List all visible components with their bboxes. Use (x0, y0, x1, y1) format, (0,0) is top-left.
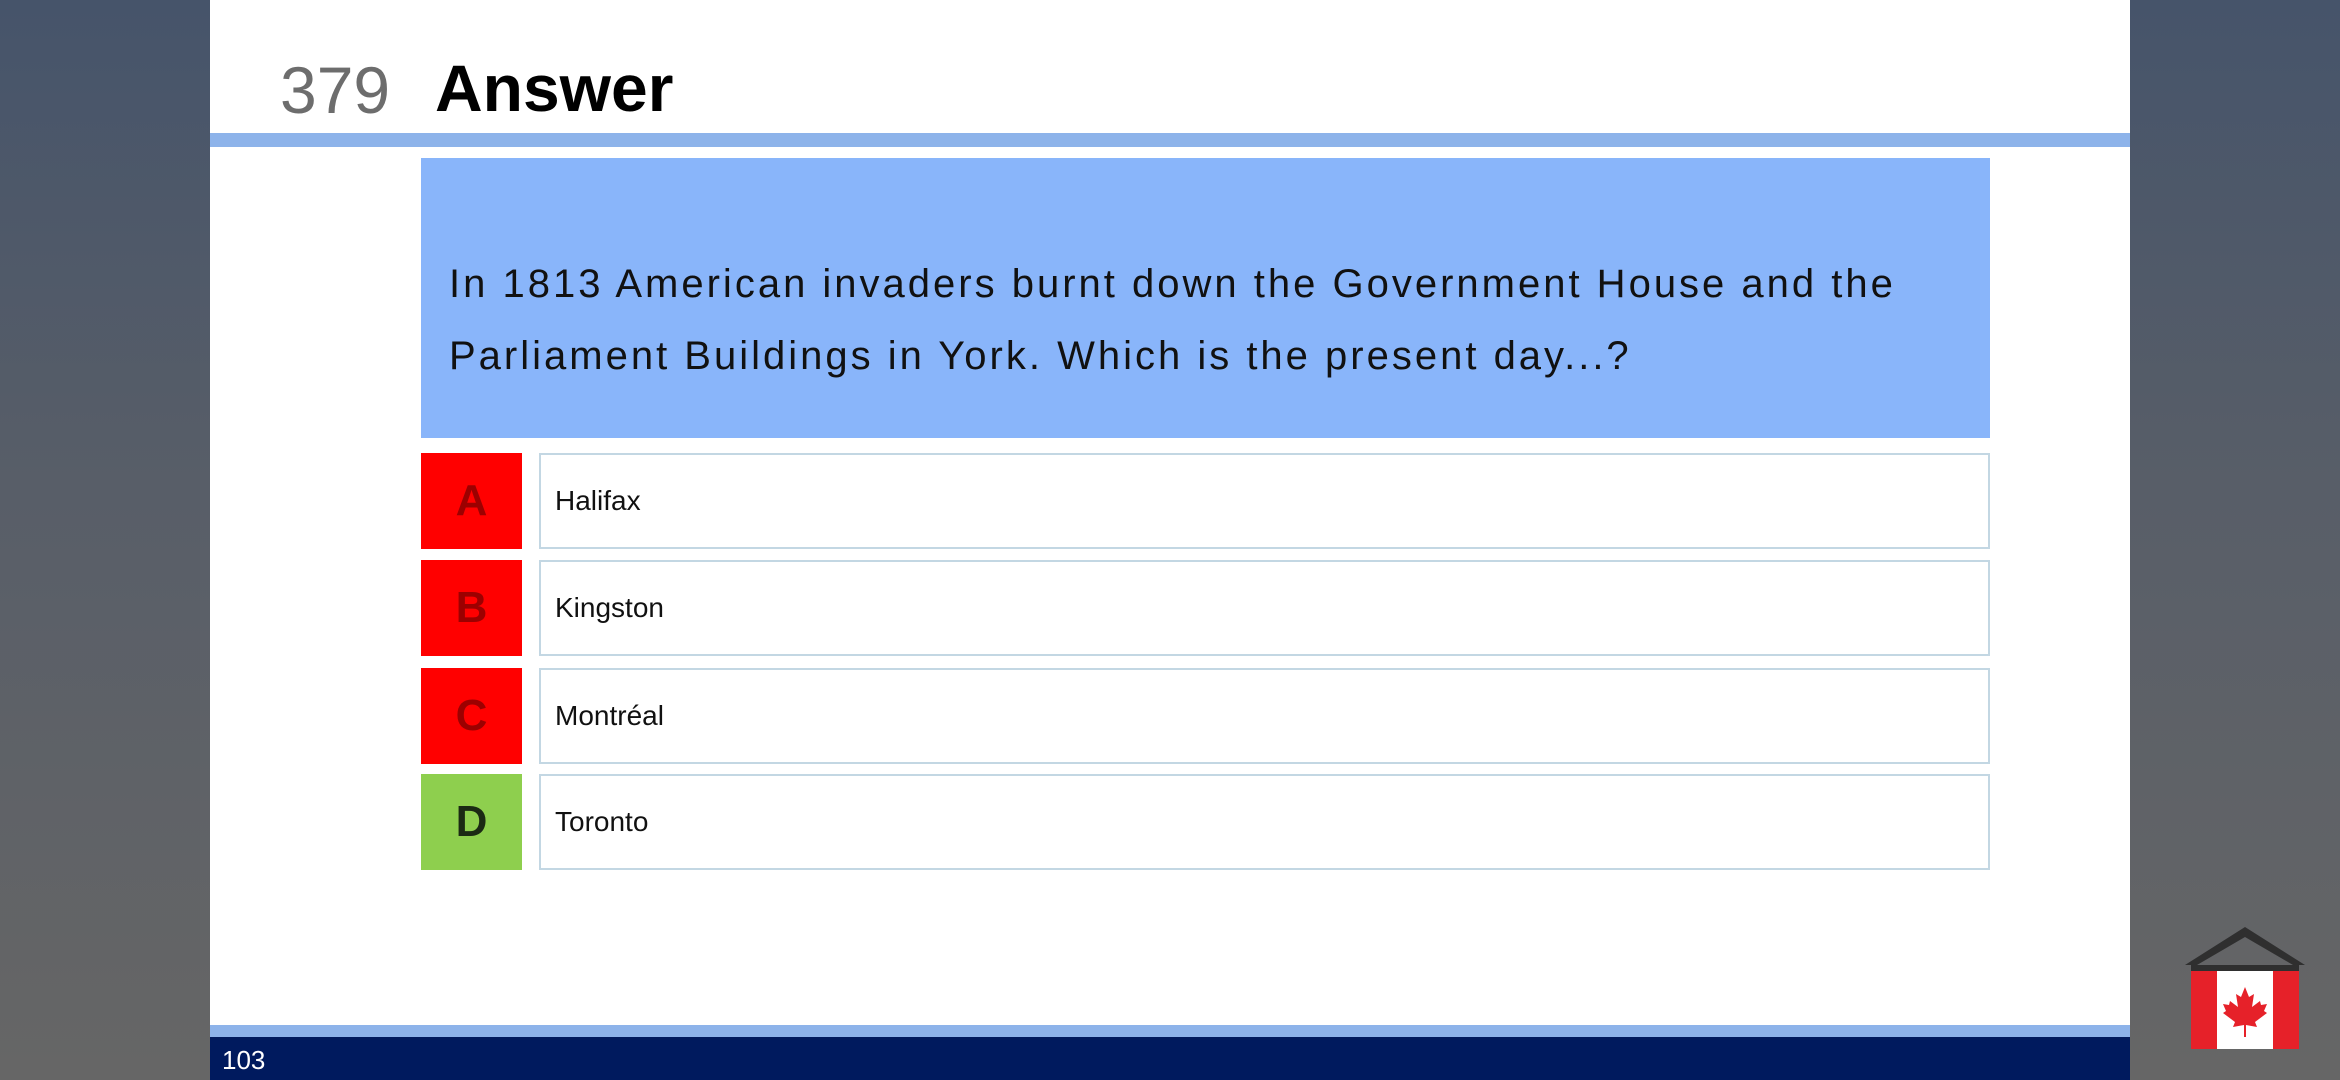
footer-bar: 103 (210, 1037, 2130, 1080)
option-letter-a: A (421, 453, 522, 549)
question-number: 379 (280, 53, 391, 127)
option-letter-d: D (421, 774, 522, 870)
footer-divider (210, 1025, 2130, 1037)
option-text-d: Toronto (539, 774, 1990, 870)
option-text-a: Halifax (539, 453, 1990, 549)
canada-flag-house-icon (2183, 925, 2307, 1049)
page-number: 103 (222, 1045, 266, 1075)
option-letter-c: C (421, 668, 522, 764)
option-letter-b: B (421, 560, 522, 656)
option-text-c: Montréal (539, 668, 1990, 764)
header-divider (210, 133, 2130, 147)
answer-option-a[interactable]: A Halifax (421, 453, 1990, 549)
option-text-b: Kingston (539, 560, 1990, 656)
slide-title: Answer (435, 51, 674, 125)
answer-option-c[interactable]: C Montréal (421, 668, 1990, 764)
question-text: In 1813 American invaders burnt down the… (449, 262, 1896, 378)
answer-option-d[interactable]: D Toronto (421, 774, 1990, 870)
question-box: In 1813 American invaders burnt down the… (421, 158, 1990, 438)
quiz-slide: 379 Answer In 1813 American invaders bur… (210, 0, 2130, 1080)
answer-option-b[interactable]: B Kingston (421, 560, 1990, 656)
